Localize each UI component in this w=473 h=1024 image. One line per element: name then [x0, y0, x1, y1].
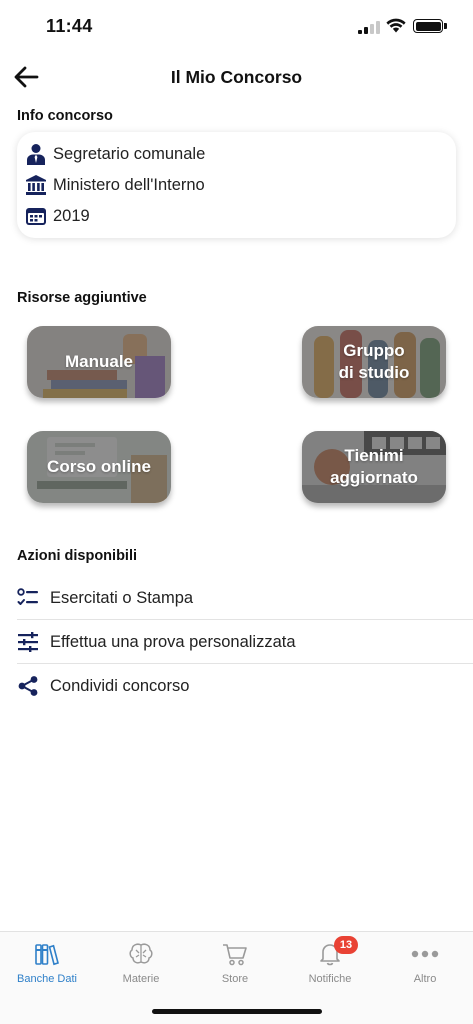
- action-label: Condividi concorso: [50, 676, 190, 695]
- section-title-actions: Azioni disponibili: [17, 548, 138, 564]
- checklist-icon: [16, 586, 40, 610]
- resource-tile-gruppo-di-studio[interactable]: Gruppo di studio: [302, 326, 446, 398]
- action-label: Esercitati o Stampa: [50, 588, 194, 607]
- resource-tile-tienimi-aggiornato[interactable]: Tienimi aggiornato: [302, 431, 446, 503]
- info-year: 2019: [53, 206, 90, 225]
- info-card: Segretario comunale Ministero dell'Inter…: [17, 132, 456, 238]
- info-row-year: 2019: [25, 204, 90, 228]
- info-row-entity: Ministero dell'Interno: [25, 173, 205, 197]
- resource-tile-manuale[interactable]: Manuale: [27, 326, 171, 398]
- section-title-info: Info concorso: [17, 108, 113, 124]
- tab-altro[interactable]: Altro: [378, 932, 472, 994]
- info-entity: Ministero dell'Interno: [53, 175, 205, 194]
- notification-badge: 13: [334, 936, 358, 954]
- info-role: Segretario comunale: [53, 144, 206, 163]
- cellular-signal-icon: [358, 20, 380, 34]
- share-icon: [16, 674, 40, 698]
- tile-label: Gruppo di studio: [338, 341, 410, 382]
- tab-materie[interactable]: Materie: [94, 932, 188, 994]
- tab-banche-dati[interactable]: Banche Dati: [0, 932, 94, 994]
- action-condividi[interactable]: Condividi concorso: [0, 664, 473, 708]
- institution-icon: [25, 174, 47, 196]
- status-bar: 11:44: [0, 0, 473, 54]
- cart-icon: [221, 941, 249, 967]
- tile-label: Tienimi aggiornato: [330, 446, 418, 487]
- home-indicator: [152, 1009, 322, 1014]
- info-row-role: Segretario comunale: [25, 142, 205, 166]
- status-time: 11:44: [46, 16, 93, 36]
- action-esercitati[interactable]: Esercitati o Stampa: [0, 576, 473, 620]
- action-prova-personalizzata[interactable]: Effettua una prova personalizzata: [0, 620, 473, 664]
- brain-icon: [127, 941, 155, 967]
- person-tie-icon: [25, 143, 47, 165]
- action-label: Effettua una prova personalizzata: [50, 632, 296, 651]
- sliders-icon: [16, 630, 40, 654]
- tab-label: Store: [221, 973, 249, 985]
- tile-label: Corso online: [47, 457, 151, 476]
- battery-icon: [413, 19, 443, 33]
- books-icon: [33, 941, 61, 967]
- tab-notifiche[interactable]: 13 Notifiche: [283, 932, 377, 994]
- tab-label: Banche Dati: [17, 973, 77, 985]
- tab-store[interactable]: Store: [188, 932, 282, 994]
- wifi-icon: [386, 18, 406, 33]
- calendar-icon: [25, 205, 47, 227]
- tab-label: Altro: [413, 973, 437, 985]
- tab-label: Notifiche: [308, 973, 352, 985]
- more-dots-icon: [411, 941, 439, 967]
- tab-label: Materie: [122, 973, 160, 985]
- section-title-resources: Risorse aggiuntive: [17, 290, 147, 306]
- page-title: Il Mio Concorso: [170, 67, 303, 87]
- header: Il Mio Concorso: [0, 54, 473, 100]
- tile-label: Manuale: [64, 352, 134, 371]
- resource-tile-corso-online[interactable]: Corso online: [27, 431, 171, 503]
